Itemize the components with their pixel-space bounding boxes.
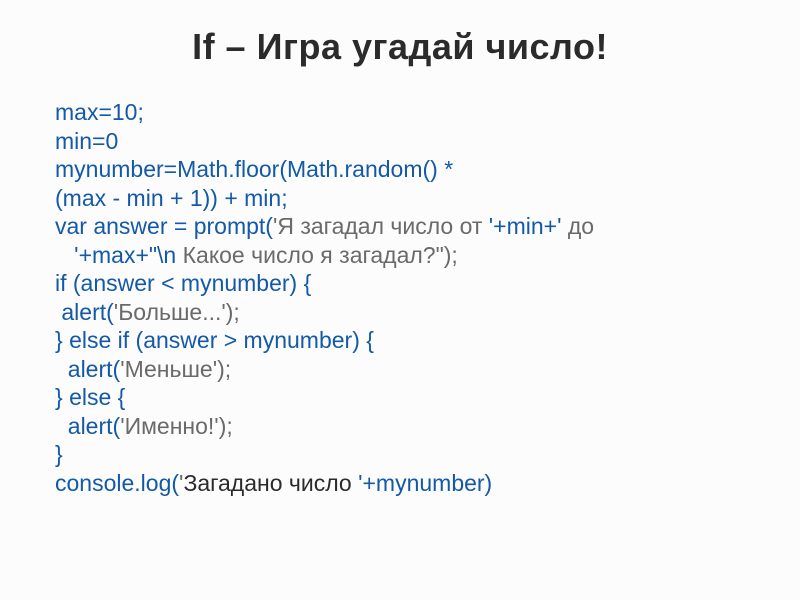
code-line-14a: console.log(: [55, 470, 179, 496]
code-line-5b: 'Я загадал число от: [273, 213, 489, 239]
code-line-3: mynumber=Math.floor(Math.random() *: [55, 156, 453, 182]
code-line-6b: Какое число я загадал?");: [176, 242, 458, 268]
code-line-5c: '+min+': [489, 213, 562, 239]
code-line-5d: до: [562, 213, 595, 239]
code-line-11: } else {: [55, 384, 125, 410]
code-line-10a: alert(: [55, 356, 120, 382]
code-line-12b: 'Именно!');: [120, 413, 233, 439]
code-line-10b: 'Меньше');: [120, 356, 231, 382]
code-line-1: max=10;: [55, 99, 144, 125]
code-line-8a: alert(: [55, 299, 114, 325]
code-line-9: } else if (answer > mynumber) {: [55, 327, 374, 353]
code-line-4: (max - min + 1)) + min;: [55, 185, 288, 211]
code-line-14d: '+mynumber): [358, 470, 492, 496]
code-line-14c: Загадано число: [183, 470, 358, 496]
code-block: max=10; min=0 mynumber=Math.floor(Math.r…: [55, 98, 745, 497]
code-line-6a: '+max+"\n: [55, 242, 176, 268]
code-line-2: min=0: [55, 128, 118, 154]
slide-title: If – Игра угадай число!: [55, 26, 745, 68]
code-line-8b: 'Больше...');: [114, 299, 240, 325]
code-line-7: if (answer < mynumber) {: [55, 270, 311, 296]
code-line-13: }: [55, 441, 63, 467]
code-line-5a: var answer = prompt(: [55, 213, 273, 239]
code-line-12a: alert(: [55, 413, 120, 439]
slide: If – Игра угадай число! max=10; min=0 my…: [0, 0, 800, 600]
